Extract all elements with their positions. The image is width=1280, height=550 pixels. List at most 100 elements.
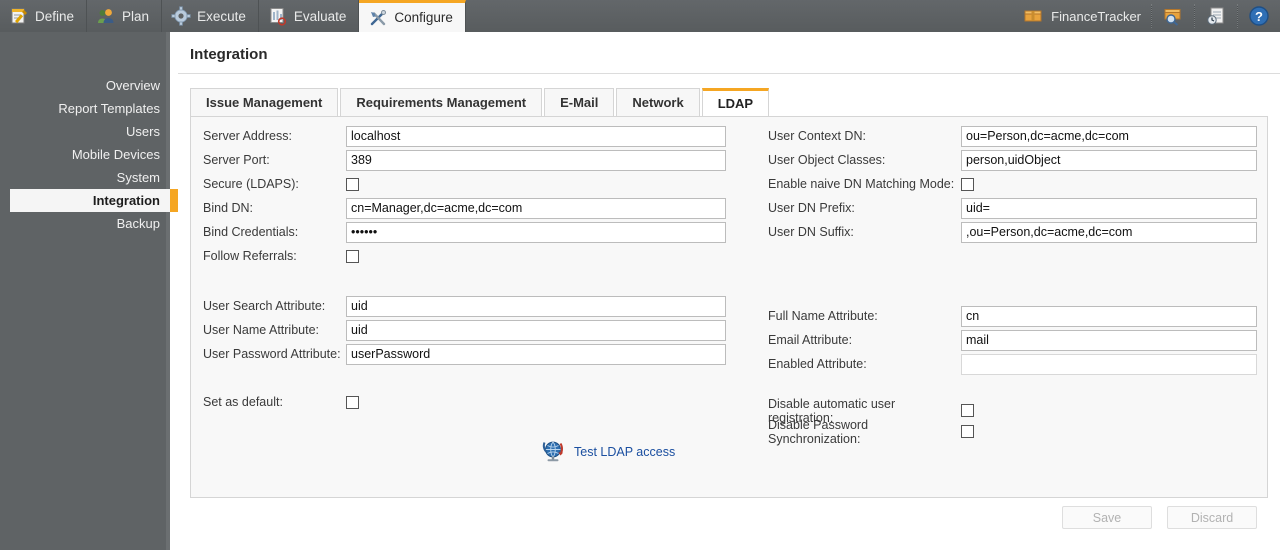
field-label: User Password Attribute: [203,347,341,361]
field-label: Set as default: [203,395,283,409]
nav-tab-plan[interactable]: Plan [87,0,163,32]
field-row-user-name-attribute: User Name Attribute: [191,318,726,342]
tab-requirements-management[interactable]: Requirements Management [340,88,543,116]
sidebar-item-users[interactable]: Users [0,120,170,143]
field-row-user-search-attribute: User Search Attribute: [191,294,726,318]
field-row-user-password-attribute: User Password Attribute: [191,342,726,366]
tab-ldap[interactable]: LDAP [701,88,770,116]
page-title: Integration [190,46,268,63]
sidebar-item-report-templates[interactable]: Report Templates [0,97,170,120]
project-box-icon [1022,5,1044,27]
full-name-attribute-input[interactable] [961,305,1257,327]
gear-icon [171,6,191,26]
current-project-button[interactable]: FinanceTracker [1012,0,1151,32]
test-ldap-access-label: Test LDAP access [574,445,676,459]
sidebar-item-overview[interactable]: Overview [0,74,170,97]
help-question-icon: ? [1248,5,1270,27]
tab-issue-management[interactable]: Issue Management [190,88,339,116]
nav-tab-execute[interactable]: Execute [162,0,259,32]
sidebar-item-label: Overview [105,78,160,93]
field-label: Email Attribute: [768,333,853,347]
tab-label: Network [632,95,684,110]
follow-referrals-checkbox[interactable] [346,249,359,263]
enabled-attribute-input[interactable] [961,353,1257,375]
nav-tab-label: Define [35,8,75,24]
discard-button[interactable]: Discard [1167,506,1257,529]
disable-auto-registration-checkbox[interactable] [961,404,974,417]
main-content-area: Integration Issue Management Requirement… [170,32,1280,550]
nav-tab-configure[interactable]: Configure [359,0,466,32]
email-attribute-input[interactable] [961,329,1257,351]
sidebar-item-label: Backup [116,216,160,231]
field-row-full-name-attribute: Full Name Attribute: [756,304,1257,328]
sidebar-item-backup[interactable]: Backup [0,212,170,235]
set-as-default-checkbox[interactable] [346,395,359,409]
naive-dn-matching-checkbox[interactable] [961,177,974,191]
field-label: Enable naive DN Matching Mode: [768,177,955,191]
tab-label: Issue Management [206,95,323,110]
sidebar-item-label: System [116,170,160,185]
field-row-bind-credentials: Bind Credentials: [191,220,726,244]
report-chart-icon [268,6,288,26]
user-password-attribute-input[interactable] [346,343,726,365]
user-dn-prefix-input[interactable] [961,197,1257,219]
notepad-pencil-icon [9,6,29,26]
tab-label: LDAP [717,96,754,111]
nav-tab-define[interactable]: Define [0,0,88,32]
nav-tab-label: Execute [197,8,246,24]
field-label: Bind DN: [203,201,254,215]
field-row-server-port: Server Port: [191,148,726,172]
user-name-attribute-input[interactable] [346,319,726,341]
ldap-default-group: Set as default: [191,390,359,414]
project-search-button[interactable] [1152,0,1194,32]
ldap-name-mapping-group: Full Name Attribute: Email Attribute: En… [756,304,1257,376]
nav-tab-label: Evaluate [293,8,347,24]
user-search-attribute-input[interactable] [346,295,726,317]
field-row-disable-password-sync: Disable Password Synchronization: [756,418,974,446]
field-row-bind-dn: Bind DN: [191,196,726,220]
users-group-icon [96,6,116,26]
save-button[interactable]: Save [1062,506,1152,529]
form-footer: Save Discard [170,498,1280,550]
server-address-input[interactable] [346,125,726,147]
bind-credentials-input[interactable] [346,221,726,243]
field-label: User Search Attribute: [203,299,326,313]
tab-email[interactable]: E-Mail [544,88,615,116]
user-dn-suffix-input[interactable] [961,221,1257,243]
sidebar-item-integration[interactable]: Integration [10,189,178,212]
help-button[interactable]: ? [1238,0,1280,32]
tab-label: E-Mail [560,95,599,110]
field-label: User DN Suffix: [768,225,854,239]
project-label: FinanceTracker [1051,8,1141,24]
secure-ldaps-checkbox[interactable] [346,177,359,191]
disable-password-sync-checkbox[interactable] [961,425,974,438]
field-row-user-object-classes: User Object Classes: [756,148,1257,172]
field-row-naive-dn-matching: Enable naive DN Matching Mode: [756,172,1257,196]
field-row-set-as-default: Set as default: [191,390,359,414]
tab-network[interactable]: Network [616,88,700,116]
ldap-settings-panel: Server Address: Server Port: Secure (LDA… [190,116,1268,498]
field-row-enabled-attribute: Enabled Attribute: [756,352,1257,376]
nav-tab-evaluate[interactable]: Evaluate [259,0,360,32]
field-row-user-dn-suffix: User DN Suffix: [756,220,1257,244]
user-context-dn-input[interactable] [961,125,1257,147]
field-row-user-context-dn: User Context DN: [756,124,1257,148]
field-label: Follow Referrals: [203,249,297,263]
sidebar-item-system[interactable]: System [0,166,170,189]
field-label: Full Name Attribute: [768,309,878,323]
server-port-input[interactable] [346,149,726,171]
ldap-user-attributes-group: User Search Attribute: User Name Attribu… [191,294,726,366]
field-label: Disable Password Synchronization: [768,417,869,446]
field-label: Secure (LDAPS): [203,177,299,191]
nav-tab-label: Plan [122,8,150,24]
box-search-icon [1162,5,1184,27]
tab-label: Requirements Management [356,95,527,110]
field-row-user-dn-prefix: User DN Prefix: [756,196,1257,220]
sidebar-item-mobile-devices[interactable]: Mobile Devices [0,143,170,166]
recent-documents-button[interactable] [1195,0,1237,32]
user-object-classes-input[interactable] [961,149,1257,171]
test-ldap-access-link[interactable]: Test LDAP access [541,439,675,465]
bind-dn-input[interactable] [346,197,726,219]
field-label: Bind Credentials: [203,225,299,239]
sidebar-item-label: Users [126,124,160,139]
